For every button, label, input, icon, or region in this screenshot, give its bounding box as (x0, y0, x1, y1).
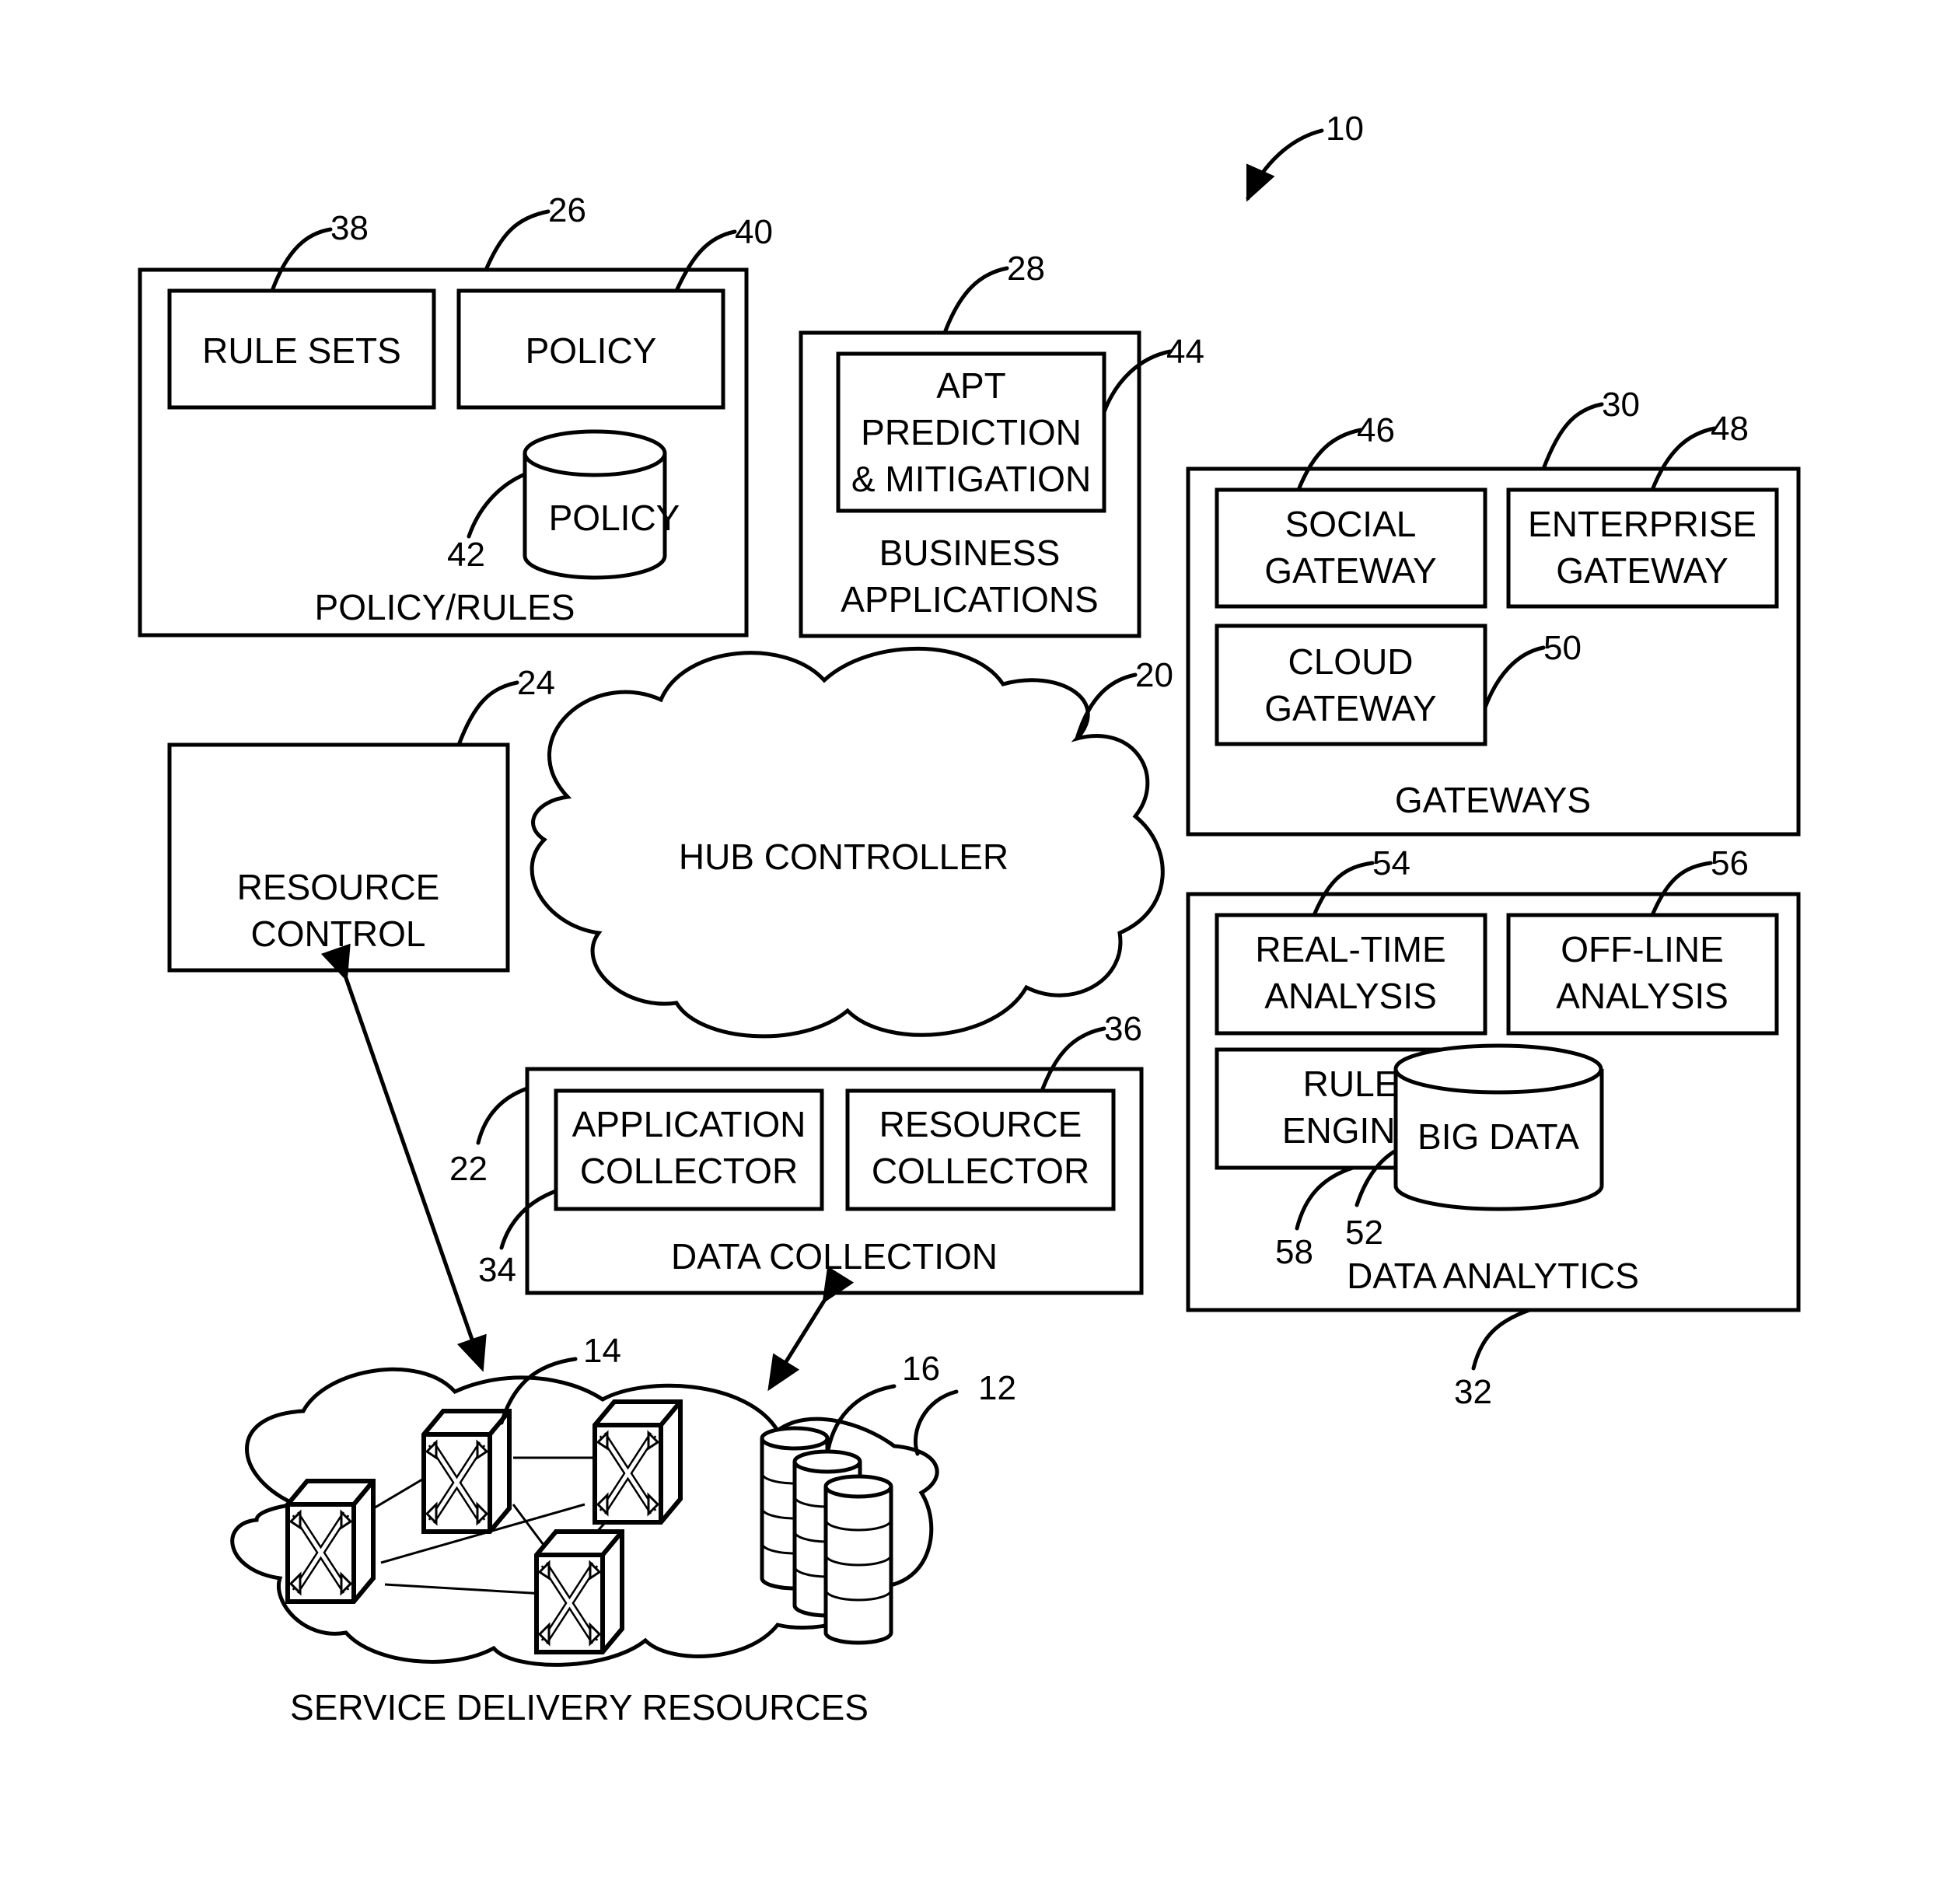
gateways-block: 30 SOCIAL GATEWAY 46 ENTERPRISE GATEWAY … (1186, 386, 1801, 837)
ref-number: 48 (1711, 410, 1749, 448)
ref-number: 36 (1104, 1010, 1142, 1048)
resource-control-line1: RESOURCE (237, 867, 440, 907)
policy-rules-block: 26 RULE SETS 38 POLICY 40 POLICY 42 POLI… (138, 191, 773, 638)
ref-number: 44 (1166, 333, 1204, 371)
off-line-line1: OFF-LINE (1561, 929, 1724, 969)
off-line-line2: ANALYSIS (1556, 976, 1729, 1016)
gateways-title: GATEWAYS (1395, 780, 1591, 820)
ref-number: 40 (735, 213, 773, 251)
ref-number: 12 (978, 1369, 1016, 1407)
res-collector-line2: COLLECTOR (872, 1151, 1089, 1191)
ref-number: 34 (478, 1251, 516, 1289)
data-analytics-block: 32 REAL-TIME ANALYSIS 54 OFF-LINE ANALYS… (1186, 844, 1801, 1411)
res-collector-line1: RESOURCE (879, 1104, 1082, 1144)
business-apps-title-2: APPLICATIONS (841, 579, 1098, 620)
ref-number: 54 (1372, 844, 1410, 882)
real-time-line2: ANALYSIS (1264, 976, 1437, 1016)
data-collection-block: 22 APPLICATION COLLECTOR 34 RESOURCE COL… (449, 1010, 1144, 1295)
ref-number: 38 (330, 209, 369, 247)
resource-control-block: RESOURCE CONTROL 24 (167, 664, 555, 973)
business-applications-block: 28 APT PREDICTION & MITIGATION 44 BUSINE… (799, 250, 1204, 638)
ref-number: 42 (447, 536, 485, 574)
ref-number: 56 (1711, 844, 1749, 882)
figure-ref-10: 10 (1246, 110, 1364, 202)
ref-number: 22 (449, 1150, 488, 1188)
ref-number: 20 (1135, 656, 1173, 694)
ref-number: 58 (1275, 1233, 1313, 1271)
cloud-gateway-line2: GATEWAY (1264, 688, 1437, 728)
social-gateway-line1: SOCIAL (1285, 504, 1417, 544)
apt-line1: APT (936, 365, 1005, 406)
big-data-label: BIG DATA (1417, 1116, 1579, 1157)
cloud-gateway-line1: CLOUD (1288, 641, 1413, 682)
ref-number: 52 (1345, 1214, 1383, 1252)
service-delivery-cloud: 12 14 16 SERVICE DELIVERY RESOURCES (230, 1332, 1016, 1728)
network-switch-icon (595, 1402, 680, 1522)
network-switch-icon (424, 1411, 509, 1532)
ref-number: 46 (1357, 411, 1395, 449)
enterprise-gateway-line1: ENTERPRISE (1528, 504, 1756, 544)
policy-db-label: POLICY (549, 498, 680, 538)
service-delivery-title: SERVICE DELIVERY RESOURCES (290, 1687, 869, 1728)
rule-sets-label: RULE SETS (202, 330, 401, 371)
policy-box-label: POLICY (526, 330, 657, 371)
network-switch-icon (288, 1481, 373, 1602)
data-collection-title: DATA COLLECTION (671, 1236, 998, 1277)
resource-control-line2: CONTROL (251, 914, 426, 954)
real-time-line1: REAL-TIME (1255, 929, 1445, 969)
ref-number: 16 (902, 1350, 940, 1388)
ref-number: 32 (1454, 1373, 1492, 1411)
storage-stack-icon (823, 1474, 893, 1645)
data-collection-link-arrow (767, 1266, 855, 1392)
policy-rules-title: POLICY/RULES (315, 587, 575, 627)
ref-number: 10 (1326, 110, 1364, 148)
system-diagram: 10 26 RULE SETS 38 POLICY 40 POLICY 42 P… (138, 110, 1801, 1728)
rule-engine-line1: RULE (1303, 1064, 1399, 1104)
data-analytics-title: DATA ANALYTICS (1347, 1256, 1639, 1296)
app-collector-line2: COLLECTOR (580, 1151, 798, 1191)
hub-controller-label: HUB CONTROLLER (679, 837, 1008, 877)
hub-controller-cloud: HUB CONTROLLER 20 (530, 646, 1173, 1039)
apt-line2: PREDICTION (861, 412, 1082, 452)
app-collector-line1: APPLICATION (572, 1104, 806, 1144)
social-gateway-line2: GATEWAY (1264, 550, 1437, 591)
ref-number: 24 (517, 664, 555, 702)
ref-number: 50 (1543, 629, 1582, 667)
ref-number: 26 (548, 191, 586, 229)
ref-number: 28 (1007, 250, 1045, 288)
network-switch-icon (537, 1532, 622, 1652)
ref-number: 14 (583, 1332, 621, 1370)
business-apps-title-1: BUSINESS (879, 533, 1061, 573)
enterprise-gateway-line2: GATEWAY (1556, 550, 1729, 591)
apt-line3: & MITIGATION (851, 459, 1091, 499)
ref-number: 30 (1602, 386, 1640, 424)
